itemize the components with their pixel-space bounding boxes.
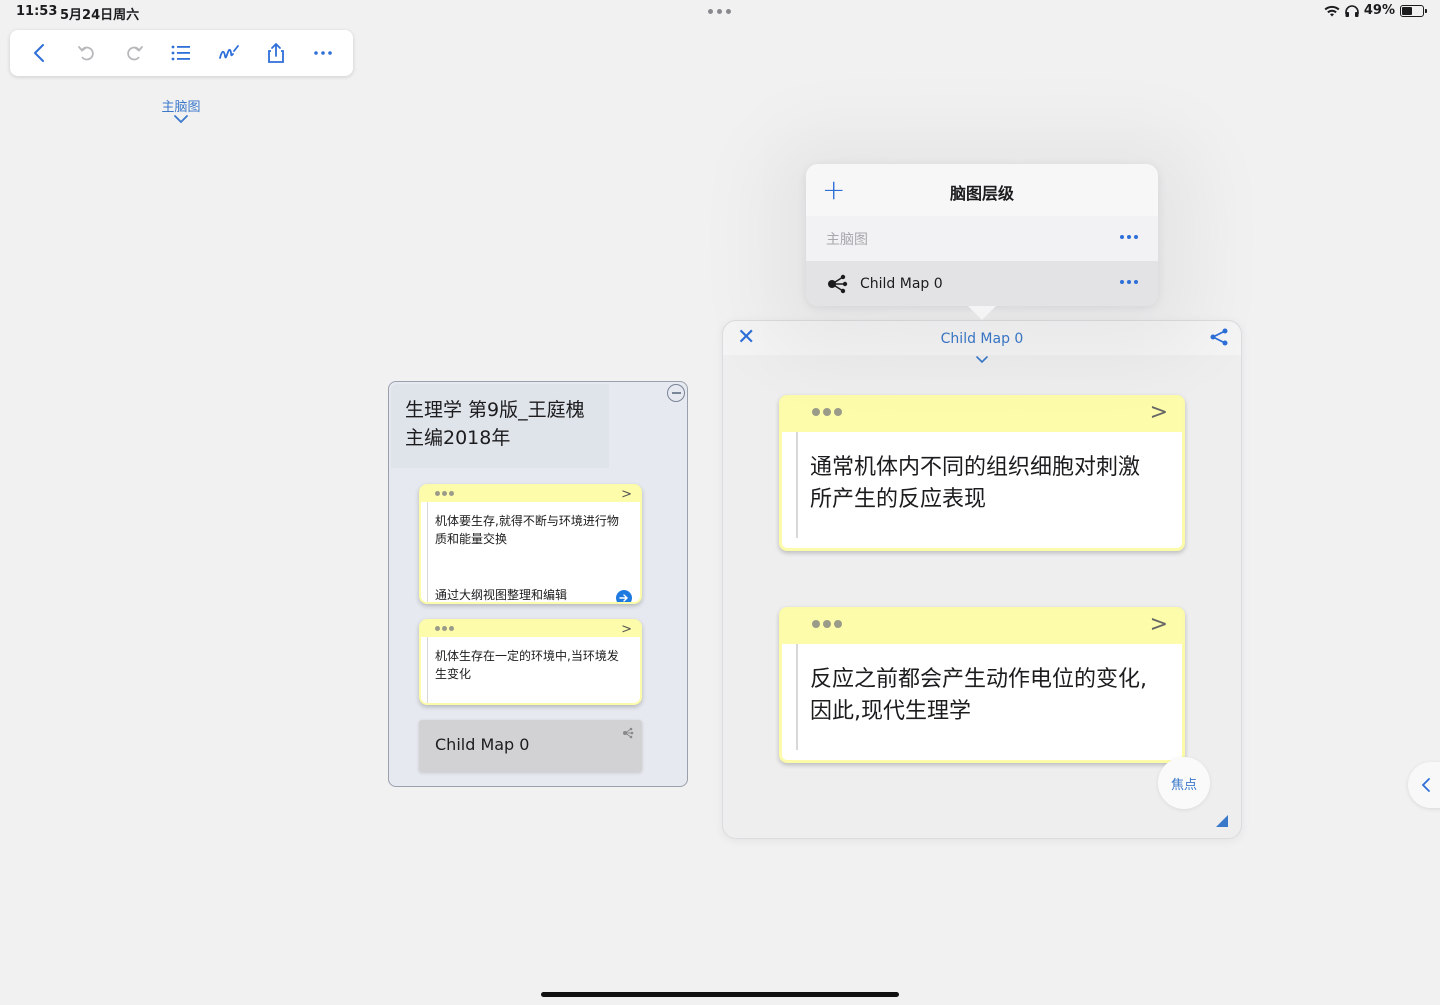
note-header: > bbox=[782, 610, 1182, 644]
note-text: 通常机体内不同的组织细胞对刺激所产生的反应表现 bbox=[810, 455, 1141, 512]
mindmap-share-icon[interactable] bbox=[1209, 327, 1229, 347]
status-indicators: 49% bbox=[1324, 3, 1427, 18]
expand-arrow-icon[interactable]: > bbox=[1150, 612, 1168, 637]
note-text: 机体要生存,就得不断与环境进行物质和能量交换 bbox=[435, 514, 619, 546]
panel-title[interactable]: Child Map 0 bbox=[723, 331, 1241, 347]
status-time: 11:53 bbox=[16, 4, 58, 19]
hierarchy-row-main-map[interactable]: 主脑图 bbox=[806, 216, 1158, 261]
sticky-note[interactable]: > 机体生存在一定的环境中,当环境发生变化 bbox=[419, 619, 642, 705]
sticky-note[interactable]: > 机体要生存,就得不断与环境进行物质和能量交换 通过大纲视图整理和编辑 bbox=[419, 484, 642, 604]
expand-arrow-icon[interactable]: > bbox=[621, 487, 632, 502]
pen-button[interactable] bbox=[211, 35, 247, 71]
note-text: 反应之前都会产生动作电位的变化,因此,现代生理学 bbox=[810, 667, 1147, 724]
outline-list-icon bbox=[172, 45, 191, 61]
share-icon bbox=[268, 43, 284, 63]
top-toolbar bbox=[10, 30, 353, 76]
home-indicator[interactable] bbox=[541, 992, 899, 997]
expand-arrow-icon[interactable]: > bbox=[621, 622, 632, 637]
battery-icon bbox=[1400, 4, 1427, 17]
more-icon[interactable] bbox=[1120, 235, 1138, 239]
arrow-right-circle-icon[interactable] bbox=[616, 590, 632, 602]
hierarchy-row-child-map[interactable]: Child Map 0 bbox=[806, 261, 1158, 306]
row-label: 主脑图 bbox=[826, 231, 868, 248]
wifi-icon bbox=[1324, 5, 1340, 16]
outline-link[interactable]: 通过大纲视图整理和编辑 bbox=[435, 586, 567, 602]
sticky-note[interactable]: > 反应之前都会产生动作电位的变化,因此,现代生理学 bbox=[779, 607, 1185, 763]
note-dots-icon[interactable] bbox=[812, 408, 842, 416]
popover-caret bbox=[968, 306, 996, 320]
row-label: Child Map 0 bbox=[860, 275, 943, 292]
pen-icon bbox=[218, 45, 239, 59]
back-button[interactable] bbox=[22, 35, 58, 71]
child-map-label: Child Map 0 bbox=[435, 735, 530, 754]
redo-icon bbox=[127, 46, 144, 61]
child-map-icon bbox=[828, 274, 848, 293]
undo-icon bbox=[78, 46, 94, 61]
note-dots-icon[interactable] bbox=[812, 620, 842, 628]
note-header: > bbox=[782, 398, 1182, 432]
back-icon bbox=[33, 44, 44, 62]
mind-map-topic-container[interactable]: 生理学 第9版_王庭槐主编2018年 > 机体要生存,就得不断与环境进行物质和能… bbox=[388, 381, 688, 787]
chevron-down-icon[interactable] bbox=[172, 114, 190, 124]
focus-button[interactable]: 焦点 bbox=[1158, 757, 1210, 809]
chevron-down-icon[interactable] bbox=[974, 354, 990, 364]
chevron-left-icon bbox=[1421, 778, 1430, 792]
battery-percent: 49% bbox=[1363, 3, 1395, 18]
redo-button[interactable] bbox=[116, 35, 152, 71]
status-date: 5月24日周六 bbox=[60, 8, 140, 23]
outline-button[interactable] bbox=[163, 35, 199, 71]
more-icon[interactable] bbox=[1120, 280, 1138, 284]
popover-title: 脑图层级 bbox=[949, 184, 1014, 203]
map-hierarchy-popover: + 脑图层级 主脑图 Child Map 0 bbox=[806, 164, 1158, 320]
expand-arrow-icon[interactable]: > bbox=[1150, 400, 1168, 425]
note-dots-icon[interactable] bbox=[435, 626, 454, 631]
resize-handle-icon[interactable] bbox=[1216, 815, 1228, 827]
note-dots-icon[interactable] bbox=[435, 491, 454, 496]
popover-header: + 脑图层级 bbox=[806, 164, 1158, 216]
headphones-icon bbox=[1345, 4, 1359, 17]
undo-button[interactable] bbox=[69, 35, 105, 71]
note-text: 机体生存在一定的环境中,当环境发生变化 bbox=[435, 649, 619, 681]
more-button[interactable] bbox=[305, 35, 341, 71]
breadcrumb-main-map[interactable]: 主脑图 bbox=[150, 96, 212, 115]
panel-header: ✕ Child Map 0 bbox=[723, 321, 1241, 355]
collapse-icon[interactable] bbox=[667, 384, 685, 402]
child-map-panel: ✕ Child Map 0 > 通常机体内不同的组织细胞对刺激所产生的反应表现 … bbox=[722, 320, 1242, 839]
sidebar-toggle-button[interactable] bbox=[1408, 762, 1440, 808]
sticky-note[interactable]: > 通常机体内不同的组织细胞对刺激所产生的反应表现 bbox=[779, 395, 1185, 551]
topic-title[interactable]: 生理学 第9版_王庭槐主编2018年 bbox=[391, 384, 609, 468]
multitasking-dots-icon[interactable] bbox=[708, 9, 731, 14]
child-map-node[interactable]: Child Map 0 bbox=[419, 720, 642, 772]
child-map-icon bbox=[623, 727, 634, 739]
note-header: > bbox=[421, 621, 640, 637]
note-header: > bbox=[421, 486, 640, 502]
more-icon bbox=[314, 51, 333, 55]
share-button[interactable] bbox=[258, 35, 294, 71]
